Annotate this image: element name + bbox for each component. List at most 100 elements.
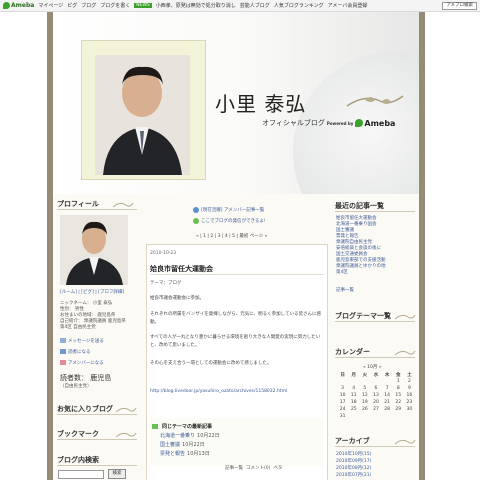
post-footer-list-link[interactable]: 記事一覧	[225, 465, 243, 471]
topbar-link-mypage[interactable]: マイページ	[38, 2, 63, 9]
ameba-logo[interactable]: Ameba	[3, 2, 34, 9]
divider	[335, 446, 415, 447]
calendar-day	[370, 413, 381, 420]
same-theme-item-date: 10月22日	[182, 442, 205, 448]
ameba-brand: Ameba	[364, 118, 396, 128]
calendar-day[interactable]: 27	[370, 406, 381, 413]
post-link[interactable]: http://blog.livedoor.jp/yasuhiro_ozato/a…	[150, 389, 287, 394]
blog-search-button[interactable]: 検索	[108, 469, 126, 479]
post-notice-label: ここでブログの発信ができるよ!	[201, 219, 266, 224]
recent-post-link[interactable]: 第4区	[336, 269, 348, 275]
divider	[150, 274, 324, 275]
topbar-link-write[interactable]: ブログを書く	[100, 2, 130, 9]
calendar-day[interactable]: 30	[404, 406, 415, 413]
calendar-day[interactable]: 2	[404, 378, 415, 385]
post-paragraph: その心を支え合う一環としての運動会に改めて感じました。	[150, 361, 272, 366]
calendar-day[interactable]: 19	[359, 399, 370, 406]
calendar-day	[382, 413, 393, 420]
powered-by-label: Powered by	[326, 120, 354, 126]
same-theme-item[interactable]: 票発と報告 10月13日	[160, 450, 210, 457]
calendar-day[interactable]: 23	[404, 399, 415, 406]
topbar-extra-link-signup[interactable]: アメーバ会員登録	[328, 2, 368, 9]
calendar-day	[393, 413, 404, 420]
calendar-day[interactable]: 7	[382, 385, 393, 392]
calendar-day[interactable]: 22	[393, 399, 404, 406]
heading-ornament	[115, 407, 137, 413]
calendar-body: 1 2 3 4 5 6 7 8 9 10 11 12 13 14 15 16 17 18 19 20 21 22 23 24 2…	[337, 378, 415, 420]
profile-links[interactable]: [ルーム] | [ピグ] | [プロフ詳細]	[60, 289, 124, 295]
send-message-link[interactable]: メッセージを送る	[60, 338, 104, 344]
calendar-day[interactable]: 17	[337, 399, 348, 406]
post-paragraph: それぞれの所属をバンザイを発揮しながら、元気に、明るく参加している皆さんに感動。	[150, 312, 321, 325]
calendar-day[interactable]: 1	[393, 378, 404, 385]
same-theme-item-date: 10月13日	[187, 451, 210, 457]
ameblo-search-button[interactable]: アメブロ検索	[442, 1, 477, 10]
same-theme-item[interactable]: 北海道一番乗り 10月22日	[160, 432, 220, 439]
flourish-ornament	[346, 95, 404, 107]
amember-notice-link[interactable]: [現在活躍] アメンバー記事一覧	[193, 207, 264, 213]
all-posts-link[interactable]: 記事一覧	[336, 287, 354, 293]
amember-notice-label: [現在活躍] アメンバー記事一覧	[201, 208, 265, 213]
calendar-day	[348, 413, 359, 420]
post-footer-peta-link[interactable]: ペタ	[273, 465, 282, 471]
post-title[interactable]: 姶良市留任大運動会	[150, 264, 213, 274]
calendar-day[interactable]: 31	[337, 413, 348, 420]
calendar-day[interactable]: 4	[348, 385, 359, 392]
calendar-day	[337, 378, 348, 385]
news-headline[interactable]: 小西孝、原発は無効で処分取り消し	[156, 2, 236, 9]
calendar-day[interactable]: 14	[382, 392, 393, 399]
calendar-day[interactable]: 13	[370, 392, 381, 399]
calendar-weekday: 土	[407, 372, 412, 378]
pagination[interactable]: « | 1 | 2 | 3 | 4 | 5 | 最初 ページ »	[196, 233, 267, 239]
calendar-day[interactable]: 29	[393, 406, 404, 413]
divider	[335, 321, 415, 322]
blog-subtitle: オフィシャルブログ Powered by Ameba	[262, 118, 395, 128]
calendar-day[interactable]: 10	[337, 392, 348, 399]
topbar-extra-link-celebrity[interactable]: 芸能人ブログ	[240, 2, 270, 9]
blog-search-input[interactable]	[58, 470, 104, 479]
heading-ornament	[115, 432, 137, 438]
post-paragraph: すべての人が一丸となり豊かに暮らせる環境を創り大きな人間愛の実現に努力したいと、…	[150, 335, 321, 348]
post-theme[interactable]: テーマ：ブログ	[150, 280, 182, 286]
calendar-day[interactable]: 16	[404, 392, 415, 399]
same-theme-item-label: 票発と報告	[160, 451, 186, 457]
archive-link[interactable]: 2010年07月(21)	[336, 472, 371, 478]
reader-icon	[60, 349, 66, 354]
post-notice-link[interactable]: ここでブログの発信ができるよ!	[193, 218, 266, 224]
post-footer-comment-link[interactable]: コメント(0)	[246, 465, 270, 471]
blog-title[interactable]: 小里 泰弘	[215, 88, 306, 117]
calendar-day[interactable]: 25	[348, 406, 359, 413]
ameba-logo-text: Ameba	[11, 2, 35, 9]
archive-link[interactable]: 2010年09月(17)	[336, 458, 371, 464]
archive-link[interactable]: 2010年10月(15)	[336, 451, 371, 457]
become-amember-link[interactable]: アメンバーになる	[60, 360, 104, 366]
calendar-day[interactable]: 6	[370, 385, 381, 392]
same-theme-item[interactable]: 国土審議 10月22日	[160, 441, 205, 448]
calendar-day[interactable]: 3	[337, 385, 348, 392]
calendar-day	[348, 378, 359, 385]
archive-link[interactable]: 2010年08月(12)	[336, 465, 371, 471]
calendar-month-nav[interactable]: « 10月 »	[363, 364, 382, 370]
topbar-link-blog[interactable]: ブログ	[81, 2, 96, 9]
topbar-extra-link-ranking[interactable]: 人気ブログランキング	[274, 2, 324, 9]
calendar-weekday: 月	[351, 372, 356, 378]
calendar-day[interactable]: 20	[370, 399, 381, 406]
calendar-day[interactable]: 26	[359, 406, 370, 413]
calendar-day[interactable]: 24	[337, 406, 348, 413]
calendar-day[interactable]: 9	[404, 385, 415, 392]
calendar-day[interactable]: 8	[393, 385, 404, 392]
calendar-day[interactable]: 5	[359, 385, 370, 392]
calendar-heading: カレンダー	[335, 348, 370, 356]
calendar-day	[370, 378, 381, 385]
calendar-day[interactable]: 11	[348, 392, 359, 399]
calendar-day[interactable]: 12	[359, 392, 370, 399]
topbar-link-pigg[interactable]: ピグ	[67, 2, 77, 9]
same-theme-item-label: 北海道一番乗り	[160, 433, 196, 439]
become-reader-link[interactable]: 読者になる	[60, 349, 91, 355]
calendar-day[interactable]: 15	[393, 392, 404, 399]
calendar-day[interactable]: 28	[382, 406, 393, 413]
calendar-day	[359, 378, 370, 385]
calendar-day[interactable]: 18	[348, 399, 359, 406]
calendar-day[interactable]: 21	[382, 399, 393, 406]
profile-line: 第4区 自由民主党	[60, 325, 96, 330]
